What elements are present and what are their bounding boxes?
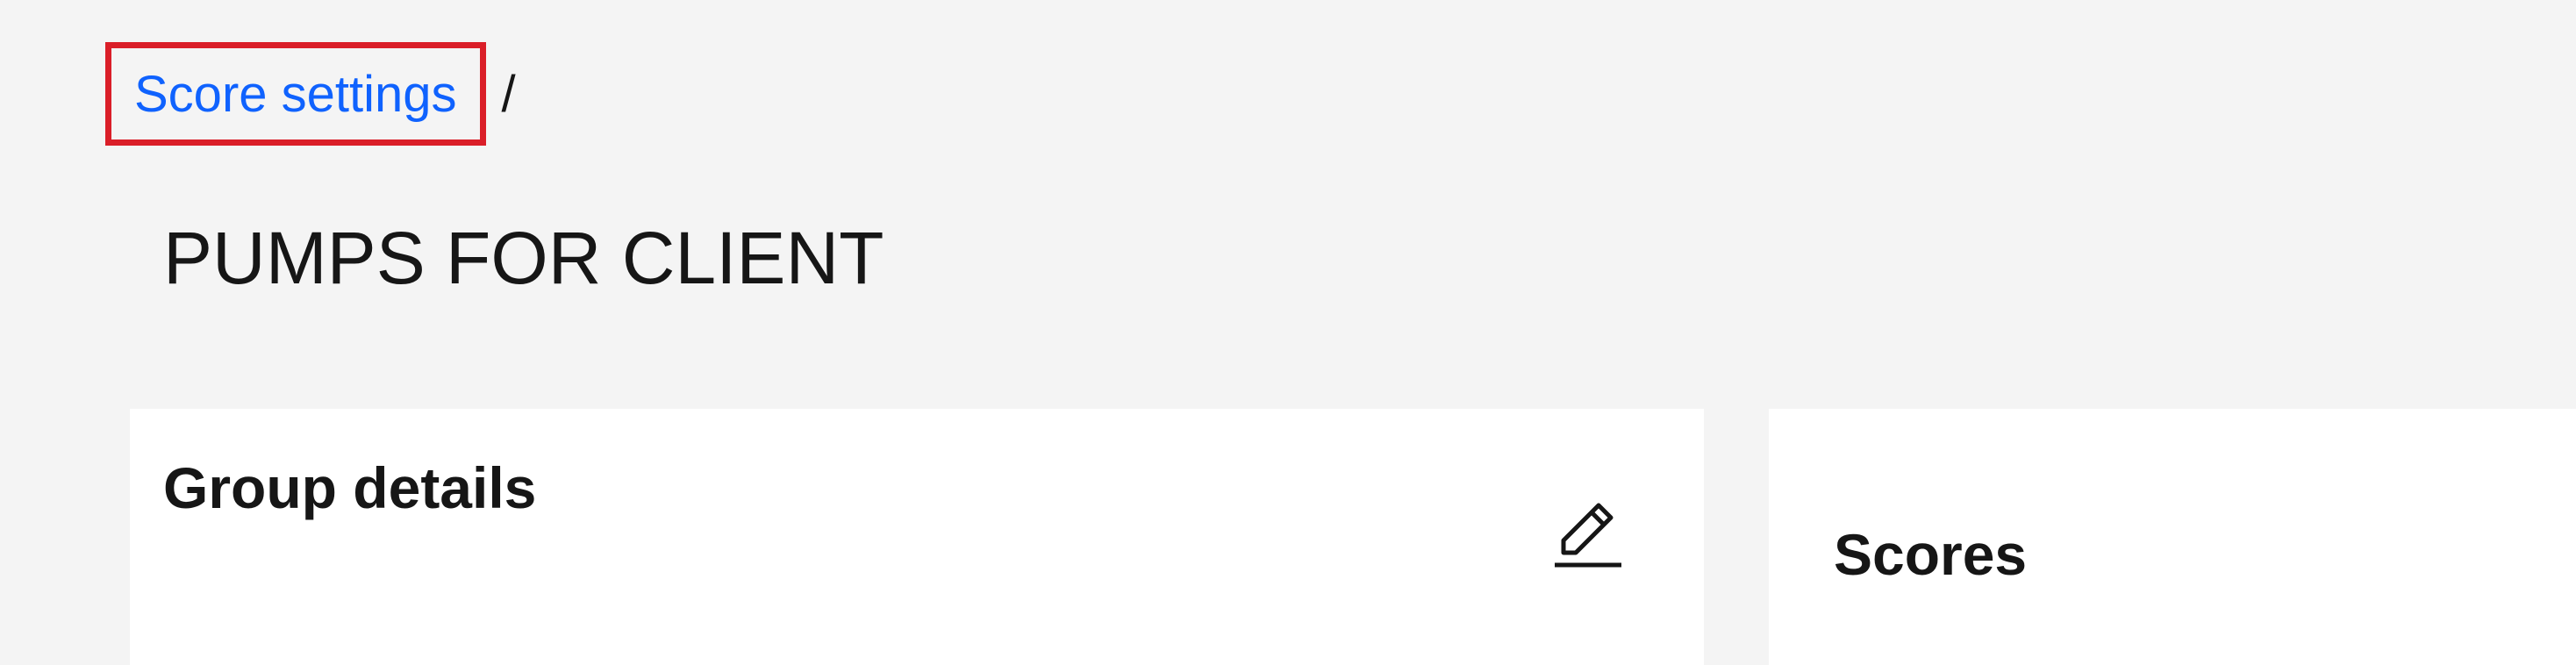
scores-title: Scores (1834, 522, 2028, 587)
breadcrumb-link-score-settings[interactable]: Score settings (105, 42, 486, 146)
page: Score settings / PUMPS FOR CLIENT Group … (0, 0, 2576, 665)
scores-card: Scores (1769, 409, 2576, 665)
breadcrumb: Score settings / (105, 42, 516, 146)
edit-group-details-button[interactable] (1534, 479, 1630, 576)
edit-pencil-icon (1555, 503, 1621, 568)
group-details-card: Group details (130, 409, 1704, 665)
page-title: PUMPS FOR CLIENT (163, 217, 884, 299)
group-details-title: Group details (163, 455, 537, 520)
breadcrumb-separator: / (501, 65, 516, 123)
